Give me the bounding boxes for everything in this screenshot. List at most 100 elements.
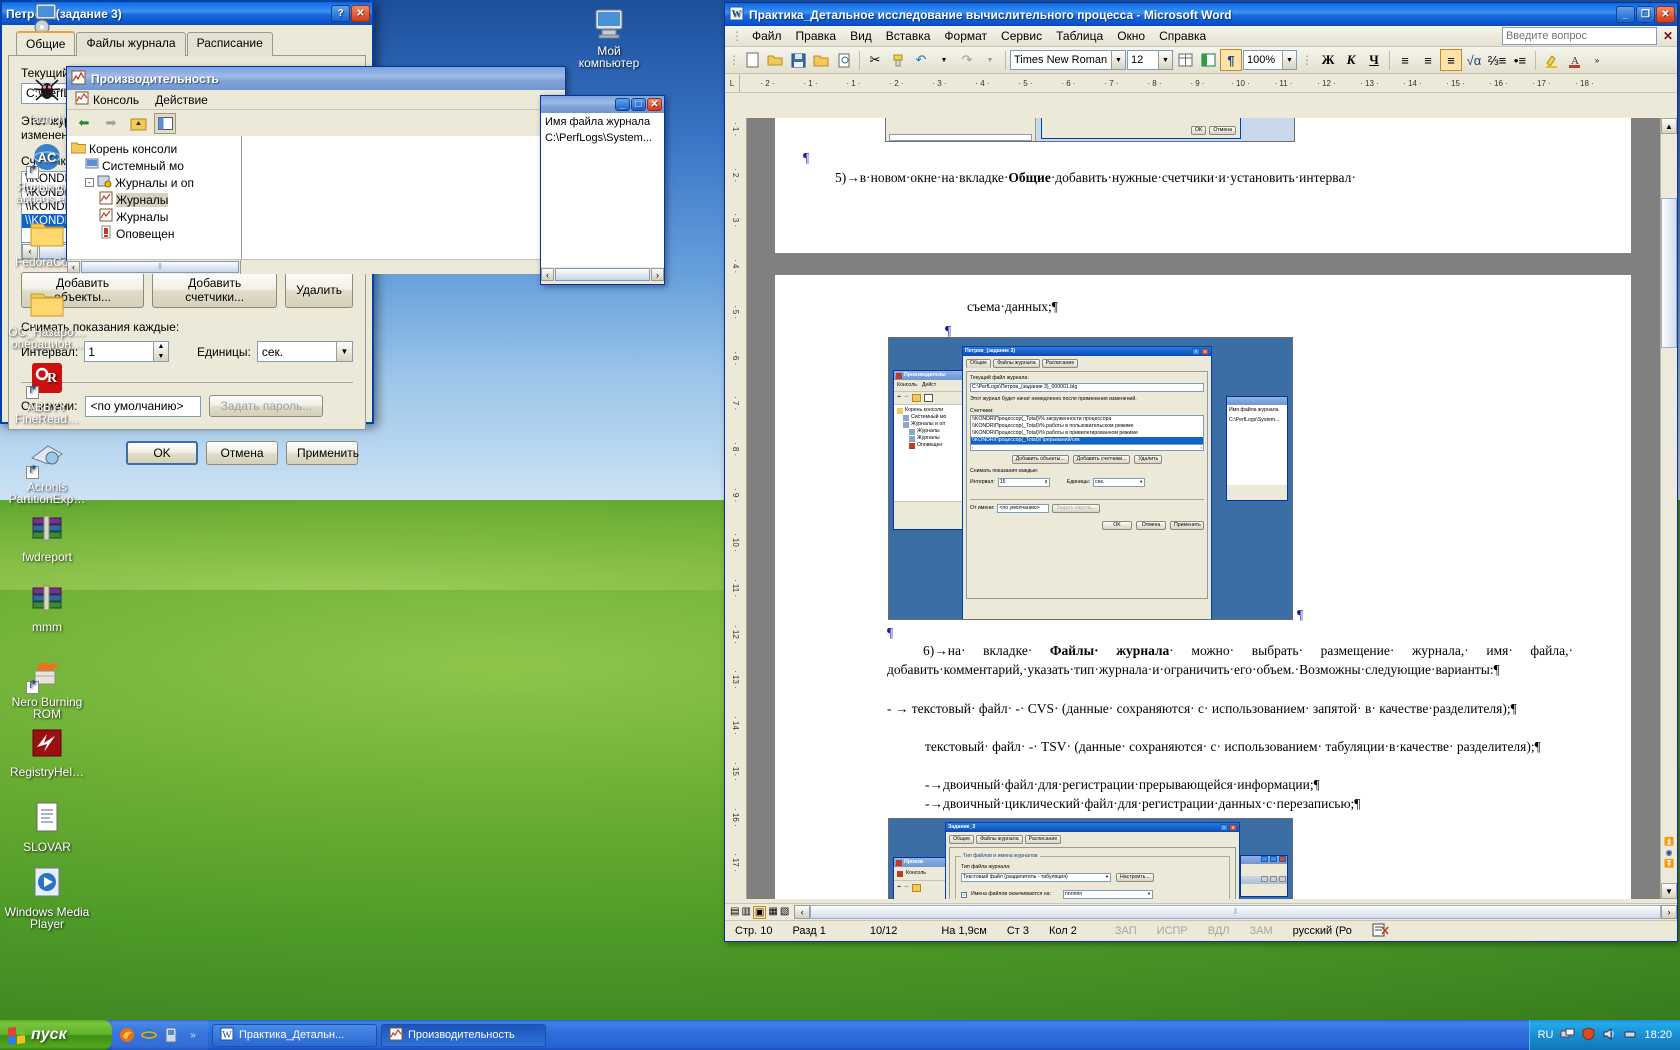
menu-grip[interactable]: ⋮	[731, 29, 743, 43]
word-menu-правка[interactable]: Правка	[789, 27, 844, 45]
toolbar-grip-2[interactable]: ⋮	[1301, 53, 1313, 67]
status-ovr[interactable]: ЗАМ	[1240, 925, 1283, 937]
word-menubar[interactable]: ⋮ Файл Правка Вид Вставка Формат Сервис Таблиц…	[725, 26, 1677, 47]
font-size-select[interactable]: 12 ▼	[1127, 50, 1173, 70]
status-trk[interactable]: ИСПР	[1147, 925, 1198, 937]
horizontal-scroll-thumb[interactable]: ⦀	[810, 905, 1661, 919]
perfmon-tree-node-4[interactable]: Журналы	[71, 191, 241, 208]
log-list-window[interactable]: _ □ ✕ Имя файла журнала C:\PerfLogs\Syst…	[540, 95, 665, 285]
dialog-tab-3[interactable]: Расписание	[186, 32, 273, 56]
word-standard-toolbar[interactable]: ⋮ ✂ ↶ ▼ ↷ ▼ Times New Roman ▼ 12 ▼ ¶ 100…	[725, 47, 1677, 74]
save-icon[interactable]	[787, 49, 809, 71]
units-select[interactable]: сек. ▼	[256, 341, 353, 362]
logwin-hscroll-thumb[interactable]	[555, 268, 650, 281]
clock[interactable]: 18:20	[1644, 1029, 1672, 1041]
word-menu-таблица[interactable]: Таблица	[1049, 27, 1110, 45]
align-left-icon[interactable]: ≡	[1394, 49, 1416, 71]
perfmon-tree-node-6[interactable]: Оповещен	[71, 225, 241, 242]
interval-stepper[interactable]: ▲▼	[84, 341, 169, 362]
next-page-button[interactable]: ⏬	[1664, 859, 1674, 868]
shield-icon[interactable]	[1582, 1026, 1595, 1044]
desktop-icon-6[interactable]: R ABBYY FineRead…	[4, 360, 90, 428]
hscroll-left-button[interactable]: ‹	[794, 905, 811, 919]
ask-a-question-box[interactable]: ✕	[1501, 27, 1673, 45]
scroll-up-button[interactable]: ▲	[1661, 118, 1677, 134]
horizontal-ruler[interactable]: L · 2 · · 1 · · 1 · · 2 · · 3 · · 4 · · 5 · · 6…	[725, 74, 1677, 93]
desktop-icon-5[interactable]: ОС_Назаро… операцион…	[4, 285, 90, 353]
dialog-tab-1[interactable]: Общие	[16, 31, 76, 55]
redo-icon[interactable]: ↷	[956, 49, 978, 71]
chevron-down-icon[interactable]: ▼	[1282, 51, 1296, 69]
word-titlebar[interactable]: W Практика_Детальное исследование вычисл…	[725, 3, 1677, 26]
open-icon[interactable]	[764, 49, 786, 71]
logwin-hscroll-left[interactable]: ‹	[541, 268, 554, 281]
align-center-icon[interactable]: ≡	[1417, 49, 1439, 71]
usb-icon[interactable]	[1623, 1027, 1637, 1044]
chevron-down-icon[interactable]: ▼	[1158, 51, 1172, 69]
help-button[interactable]: ?	[331, 5, 350, 22]
word-window[interactable]: W Практика_Детальное исследование вычисл…	[724, 2, 1678, 942]
start-button[interactable]: пуск	[0, 1020, 112, 1050]
excel-icon[interactable]	[1197, 49, 1219, 71]
undo-dropdown-icon[interactable]: ▼	[933, 49, 955, 71]
interval-spin-arrows[interactable]: ▲ ▼	[153, 342, 168, 361]
interval-input[interactable]	[85, 342, 153, 361]
restore-button[interactable]: ❐	[1636, 6, 1655, 23]
perfmon-toolbar[interactable]: ⬅ ➡	[67, 110, 565, 136]
toolbar-grip[interactable]: ⋮	[728, 53, 740, 67]
print-preview-icon[interactable]	[833, 49, 855, 71]
tab-stop-selector-icon[interactable]: L	[725, 74, 740, 92]
word-menu-сервис[interactable]: Сервис	[994, 27, 1049, 45]
ask-a-question-input[interactable]	[1501, 27, 1657, 45]
hscroll-right-button[interactable]: ›	[1661, 905, 1677, 919]
remove-counter-button[interactable]: Удалить	[285, 272, 353, 308]
highlight-icon[interactable]	[1540, 49, 1562, 71]
vertical-ruler[interactable]: · 1 · · 2 · · 3 · · 4 · · 5 · · 6 · · 7 · · 8 ·…	[725, 118, 747, 899]
ok-button[interactable]: OK	[126, 441, 198, 465]
perfmon-titlebar[interactable]: Производительность	[67, 67, 565, 90]
perfmon-tree-node-5[interactable]: Журналы	[71, 208, 241, 225]
document-viewport[interactable]: · 1 · · 2 · · 3 · · 4 · · 5 · · 6 · · 7 · · 8 ·…	[725, 118, 1677, 899]
align-justify-icon[interactable]: ≡	[1440, 49, 1462, 71]
taskbar-button-2[interactable]: Производительность	[381, 1023, 546, 1047]
logwin-list[interactable]: Имя файла журнала C:\PerfLogs\System...	[541, 113, 664, 267]
logwin-hscrollbar[interactable]: ‹ ›	[541, 267, 664, 282]
bold-icon[interactable]: Ж	[1317, 49, 1339, 71]
back-arrow-icon[interactable]: ⬅	[73, 113, 95, 134]
word-menu-файл[interactable]: Файл	[745, 27, 789, 45]
word-menu-справка[interactable]: Справка	[1152, 27, 1213, 45]
cut-icon[interactable]: ✂	[864, 49, 886, 71]
zoom-select[interactable]: 100% ▼	[1243, 50, 1297, 70]
word-menu-вид[interactable]: Вид	[843, 27, 879, 45]
italic-icon[interactable]: К	[1340, 49, 1362, 71]
perfmon-hscroll-left[interactable]: ‹	[67, 261, 80, 273]
logwin-minimize-button[interactable]: _	[615, 98, 630, 111]
document-horizontal-scrollbar[interactable]: ▤ ▥ ▣ ▦ ▧ ‹ ⦀ ›	[725, 903, 1677, 920]
show-tree-icon[interactable]	[154, 112, 176, 134]
desktop-icon-7[interactable]: Acronis PartitionExp…	[4, 440, 90, 508]
redo-dropdown-icon[interactable]: ▼	[979, 49, 1001, 71]
toolbar-overflow-icon[interactable]: »	[1586, 49, 1608, 71]
set-password-button[interactable]: Задать пароль...	[209, 395, 324, 417]
web-view-icon[interactable]: ▥	[741, 906, 750, 919]
underline-icon[interactable]: Ч	[1363, 49, 1385, 71]
show-marks-icon[interactable]: ¶	[1220, 49, 1242, 71]
close-ask-icon[interactable]: ✕	[1663, 29, 1673, 43]
perfmon-menu-action[interactable]: Действие	[155, 93, 208, 107]
apply-button[interactable]: Применить	[286, 441, 359, 465]
taskbar[interactable]: пуск » W Практика_Детальн... Производитель…	[0, 1020, 1680, 1050]
perfmon-console-tree[interactable]: Корень консоли Системный мо - Журналы и оп Ж…	[67, 136, 242, 259]
taskbar-button-1[interactable]: W Практика_Детальн...	[212, 1023, 377, 1047]
numbering-icon[interactable]: ⅔≡	[1486, 49, 1508, 71]
desktop-icon-11[interactable]: RegistryHel…	[4, 725, 90, 781]
format-painter-icon[interactable]	[887, 49, 909, 71]
logwin-close-button[interactable]: ✕	[647, 98, 662, 111]
spelling-status-icon[interactable]	[1362, 923, 1399, 940]
font-name-select[interactable]: Times New Roman ▼	[1010, 50, 1126, 70]
select-browse-object-button[interactable]: ◉	[1666, 848, 1673, 857]
network-icon[interactable]	[1560, 1027, 1575, 1044]
media-icon[interactable]	[162, 1026, 180, 1044]
close-button[interactable]: ✕	[351, 5, 370, 22]
formula-icon[interactable]: √α	[1463, 49, 1485, 71]
quick-launch-bar[interactable]: »	[112, 1020, 208, 1050]
